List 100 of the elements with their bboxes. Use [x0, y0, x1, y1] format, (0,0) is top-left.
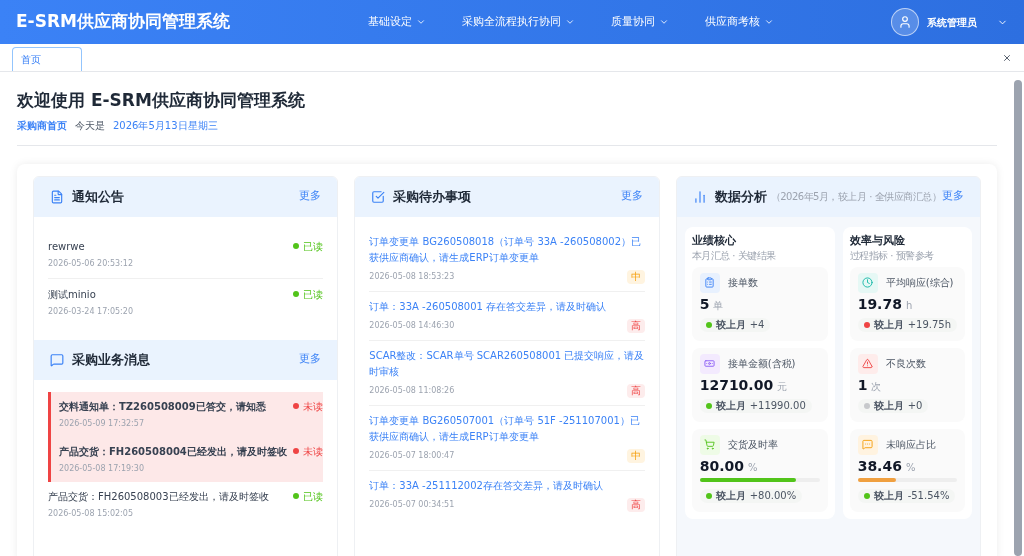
user-menu[interactable]: 系统管理员 — [891, 8, 1008, 36]
chat-icon — [857, 434, 878, 455]
document-icon — [50, 189, 64, 204]
cart-icon — [699, 434, 720, 455]
todo-row[interactable]: 订单变更单 BG260507001（订单号 51F -251107001）已获供应商确认，请生成ERP订单变更单 2026-05-07 18:00:47 中 — [369, 404, 645, 470]
metric-value: 12710.00 — [699, 377, 774, 392]
nav-menu[interactable]: 供应商考核 — [704, 13, 774, 31]
trend-badge: 较上月 +0 — [857, 398, 929, 413]
caret-icon — [763, 17, 774, 27]
metric-value: 1 — [857, 377, 868, 392]
clock-icon — [857, 272, 878, 293]
today-date: 2026年5月13日星期三 — [113, 118, 218, 133]
panel-title: 通知公告 — [72, 187, 124, 206]
status-label: 已读 — [293, 238, 324, 254]
todo-text: 订单变更单 BG260508018（订单号 33A -260508002）已获供应商确认，请生成ERP订单变更单 — [369, 234, 642, 265]
chat-icon — [50, 352, 64, 367]
status-label: 已读 — [293, 488, 324, 504]
message-time: 2026-05-09 17:32:57 — [59, 417, 145, 430]
todo-time: 2026-05-07 00:34:51 — [369, 498, 455, 511]
today-label: 今天是 — [75, 118, 105, 133]
nav-menu[interactable]: 质量协同 — [610, 13, 669, 31]
breadcrumb-link[interactable]: 采购商首页 — [17, 117, 67, 133]
message-time: 2026-05-08 15:02:05 — [48, 507, 134, 520]
trend-badge: 较上月 +19.75h — [857, 317, 957, 332]
metric-label: 接单数 — [727, 277, 758, 288]
bar-chart-icon — [692, 189, 707, 204]
panel-title: 采购待办事项 — [393, 187, 472, 206]
priority-tag: 中 — [626, 448, 645, 463]
todo-time: 2026-05-08 11:08:26 — [369, 384, 455, 397]
nav-menu[interactable]: 基础设定 — [367, 13, 426, 31]
more-link[interactable]: 更多 — [620, 188, 643, 205]
panel-title: 数据分析 — [714, 187, 767, 206]
trend-badge: 较上月 +11990.00 — [699, 398, 812, 413]
notice-title: rewrwe — [48, 239, 86, 254]
nav-menu[interactable]: 采购全流程执行协同 — [461, 13, 575, 31]
warning-icon — [857, 353, 878, 374]
panel-subtitle: （2026年5月，较上月 · 全供应商汇总） — [770, 190, 941, 204]
status-label: 已读 — [293, 286, 324, 302]
notice-row[interactable]: rewrwe 2026-05-06 20:53:12 已读 — [48, 230, 324, 278]
banknote-icon — [699, 353, 720, 374]
group-subtitle: 本月汇总 · 关键结果 — [691, 250, 777, 261]
priority-tag: 中 — [626, 269, 645, 284]
group-subtitle: 过程指标 · 预警参考 — [849, 250, 935, 261]
message-row[interactable]: 产品交货：FH260508003已经发出，请及时签收 2026-05-08 15:02:05 已读 — [48, 481, 324, 527]
metric-unit: % — [905, 462, 916, 473]
avatar-icon — [891, 8, 919, 36]
status-label: 未读 — [293, 443, 324, 459]
panel-title: 采购业务消息 — [72, 350, 150, 369]
unread-message-row[interactable]: 产品交货：FH260508004已经发出，请及时签收 2026-05-08 17:19:30 未读 — [48, 436, 324, 482]
metric-label: 未响应占比 — [885, 439, 936, 450]
todo-row[interactable]: 订单：33A -260508001 存在答交差异，请及时确认 2026-05-08 14:46:30 高 — [369, 290, 645, 340]
trend-badge: 较上月 +4 — [699, 317, 771, 332]
metric-unit: 次 — [871, 381, 882, 392]
more-link[interactable]: 更多 — [942, 188, 964, 205]
metric-unit: 元 — [777, 381, 788, 392]
close-icon[interactable] — [1002, 53, 1012, 63]
checkbox-icon — [371, 189, 386, 204]
todo-time: 2026-05-07 18:00:47 — [369, 449, 455, 462]
metric-unit: % — [747, 462, 758, 473]
caret-icon — [658, 17, 669, 27]
metric-value: 5 — [699, 296, 710, 311]
notice-row[interactable]: 测试minio 2026-03-24 17:05:20 已读 — [48, 277, 324, 326]
group-title: 效率与风险 — [849, 234, 906, 246]
scrollbar[interactable] — [1014, 80, 1022, 556]
notice-time: 2026-05-06 20:53:12 — [48, 257, 134, 270]
page-tab[interactable]: 首页 — [12, 47, 82, 71]
caret-icon — [415, 17, 426, 27]
metric-label: 接单金额(含税) — [727, 358, 796, 369]
message-time: 2026-05-08 17:19:30 — [59, 462, 145, 475]
welcome-title: 欢迎使用 E-SRM供应商协同管理系统 — [17, 89, 306, 112]
message-title: 产品交货：FH260508003已经发出，请及时签收 — [48, 489, 270, 504]
metric-label: 平均响应(综合) — [885, 277, 954, 288]
status-label: 未读 — [293, 398, 324, 414]
todo-row[interactable]: SCAR整改：SCAR单号 SCAR260508001 已提交响应，请及时审核 2026-05-08 11:08:26 高 — [369, 339, 645, 405]
todo-time: 2026-05-08 18:53:23 — [369, 270, 455, 283]
metric-value: 80.00 — [699, 458, 744, 473]
app-title: E-SRM供应商协同管理系统 — [16, 10, 230, 34]
todo-text: 订单变更单 BG260507001（订单号 51F -251107001）已获供应商确认，请生成ERP订单变更单 — [369, 413, 641, 444]
notice-title: 测试minio — [48, 287, 97, 302]
priority-tag: 高 — [626, 383, 645, 398]
todo-row[interactable]: 订单变更单 BG260508018（订单号 33A -260508002）已获供应商确认，请生成ERP订单变更单 2026-05-08 18:53:23 中 — [369, 226, 645, 291]
todo-text: SCAR整改：SCAR单号 SCAR260508001 已提交响应，请及时审核 — [369, 348, 645, 379]
todo-text: 订单：33A -251112002存在答交差异，请及时确认 — [369, 478, 604, 493]
metric-unit: 单 — [713, 300, 724, 311]
todo-row[interactable]: 订单：33A -251112002存在答交差异，请及时确认 2026-05-07 00:34:51 高 — [369, 469, 645, 519]
message-title: 产品交货：FH260508004已经发出，请及时签收 — [59, 444, 288, 459]
group-title: 业绩核心 — [691, 234, 737, 246]
unread-message-row[interactable]: 交料通知单：TZ260508009已答交，请知悉 2026-05-09 17:32:57 未读 — [48, 391, 324, 437]
priority-tag: 高 — [626, 497, 645, 512]
clipboard-icon — [699, 272, 720, 293]
more-link[interactable]: 更多 — [299, 188, 322, 205]
trend-badge: 较上月 +80.00% — [699, 488, 803, 503]
todo-text: 订单：33A -260508001 存在答交差异，请及时确认 — [369, 299, 608, 314]
more-link[interactable]: 更多 — [299, 351, 322, 368]
metric-value: 38.46 — [857, 458, 902, 473]
metric-value: 19.78 — [857, 296, 902, 311]
notice-time: 2026-03-24 17:05:20 — [48, 305, 134, 318]
trend-badge: 较上月 -51.54% — [857, 488, 956, 503]
caret-icon — [564, 17, 575, 27]
todo-time: 2026-05-08 14:46:30 — [369, 319, 455, 332]
